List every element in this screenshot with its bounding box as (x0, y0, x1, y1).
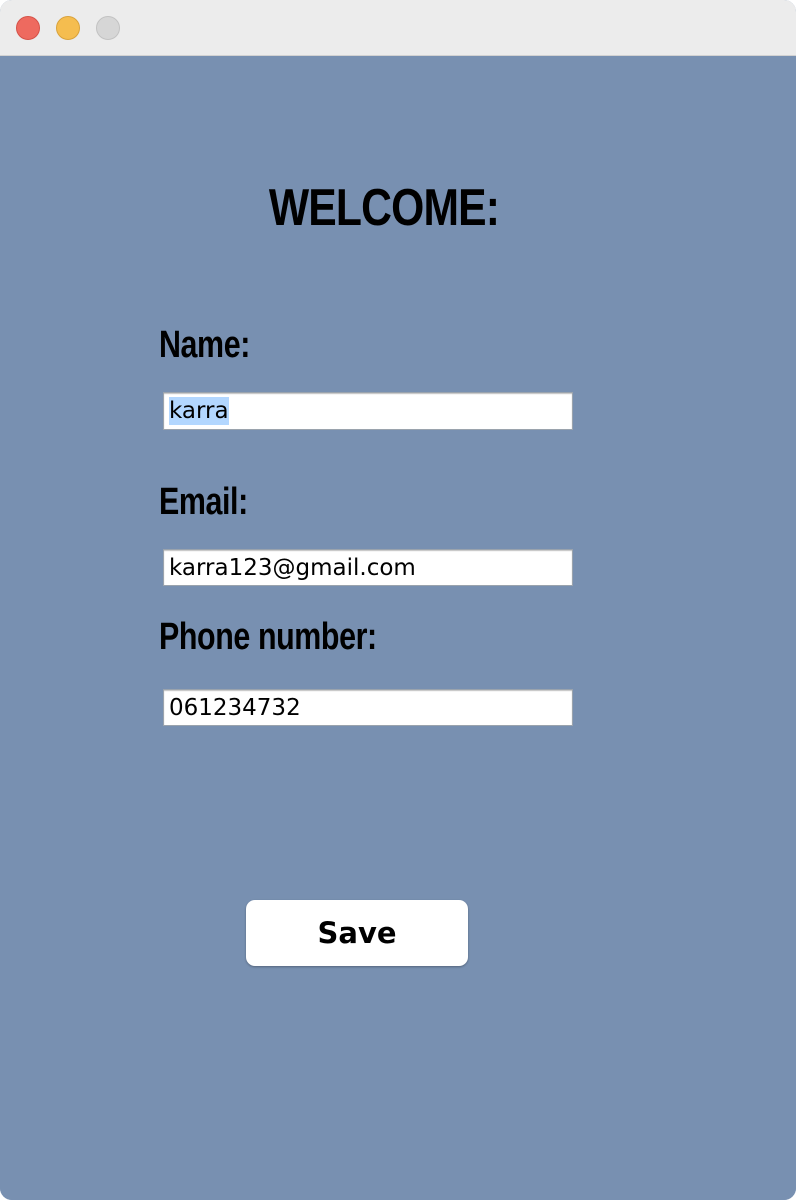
close-window-button[interactable] (16, 16, 40, 40)
phone-number-field[interactable]: 061234732 (163, 689, 573, 726)
save-button[interactable]: Save (246, 900, 468, 966)
minimize-window-button[interactable] (56, 16, 80, 40)
name-label: Name: (159, 324, 250, 366)
app-window: WELCOME: Name: karra Email: karra123@gma… (0, 0, 796, 1200)
email-field[interactable]: karra123@gmail.com (163, 549, 573, 586)
form-panel: WELCOME: Name: karra Email: karra123@gma… (0, 56, 796, 1200)
title-bar[interactable] (0, 0, 796, 56)
zoom-window-button[interactable] (96, 16, 120, 40)
name-field-value: karra (169, 397, 229, 425)
welcome-heading: WELCOME: (268, 179, 500, 237)
name-field[interactable]: karra (163, 392, 573, 430)
email-label: Email: (159, 481, 248, 523)
phone-number-label: Phone number: (159, 616, 377, 658)
